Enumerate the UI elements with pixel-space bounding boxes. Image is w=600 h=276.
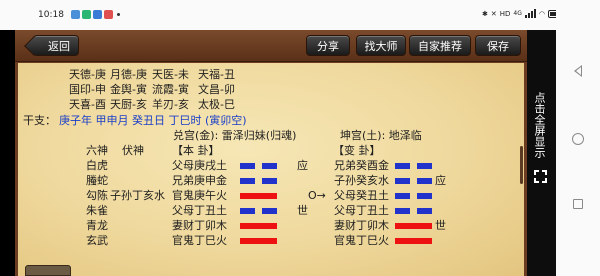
changed-line-text: 兄弟癸酉金 bbox=[334, 159, 389, 172]
changed-line-mark: 应 bbox=[435, 174, 446, 187]
yang-line bbox=[240, 223, 277, 229]
status-bar: 10:18 ✱ ✕ HD 4G ◠ bbox=[0, 0, 600, 30]
notification-icons bbox=[71, 10, 120, 19]
fullscreen-icon[interactable] bbox=[534, 170, 547, 183]
yin-line-left bbox=[240, 163, 255, 169]
yin-line-left bbox=[395, 178, 410, 184]
liushen-cell: 螣蛇 bbox=[86, 174, 108, 187]
header-changed-gua: 【变 卦】 bbox=[333, 144, 381, 157]
back-icon[interactable] bbox=[574, 65, 582, 77]
notification-app-icon bbox=[104, 10, 113, 19]
main-line-text: 官鬼庚午火 bbox=[172, 189, 227, 202]
recommend-button[interactable]: 自家推荐 bbox=[409, 35, 471, 56]
yang-line bbox=[395, 223, 432, 229]
bottom-tab-handle[interactable] bbox=[25, 265, 71, 276]
silent-icon: ✕ bbox=[490, 9, 497, 18]
main-line-text: 妻财丁卯木 bbox=[172, 219, 227, 232]
notification-app-icon bbox=[93, 10, 102, 19]
ganzhi-label: 干支： bbox=[23, 114, 56, 127]
shensha-item: 天医-未 bbox=[152, 68, 189, 81]
fullscreen-label[interactable]: 点击全屏显示 bbox=[533, 92, 546, 158]
yang-line bbox=[395, 238, 432, 244]
shensha-item: 国印-申 bbox=[69, 83, 106, 96]
fushen-cell: 子孙丁亥水 bbox=[110, 189, 165, 202]
main-line-text: 官鬼丁巳火 bbox=[172, 234, 227, 247]
changed-line-text: 子孙癸亥水 bbox=[334, 174, 389, 187]
changed-line-text: 父母癸丑土 bbox=[334, 189, 389, 202]
moving-mark: O→ bbox=[308, 189, 326, 202]
scrollbar-thumb[interactable] bbox=[520, 146, 523, 184]
shensha-item: 太极-巳 bbox=[198, 98, 235, 111]
main-line-text: 父母庚戌土 bbox=[172, 159, 227, 172]
notification-app-icon bbox=[82, 10, 91, 19]
yang-line bbox=[240, 238, 277, 244]
shensha-item: 天喜-酉 bbox=[69, 98, 106, 111]
liushen-cell: 玄武 bbox=[86, 234, 108, 247]
status-right: ✱ ✕ HD 4G ◠ bbox=[482, 9, 564, 18]
find-master-button[interactable]: 找大师 bbox=[356, 35, 406, 56]
more-notifications-dot-icon bbox=[117, 13, 120, 16]
yang-line bbox=[240, 193, 277, 199]
main-line-text: 父母丁丑土 bbox=[172, 204, 227, 217]
home-icon[interactable] bbox=[572, 133, 584, 145]
shensha-item: 月德-庚 bbox=[110, 68, 147, 81]
shensha-item: 流霞-寅 bbox=[152, 83, 189, 96]
ganzhi-value: 庚子年 甲申月 癸丑日 丁巳时 (寅卯空) bbox=[59, 114, 247, 127]
main-line-mark: 应 bbox=[297, 159, 308, 172]
yin-line-left bbox=[395, 193, 410, 199]
app-window: 返回 分享 找大师 自家推荐 保存 天德-庚 月德-庚 天医-未 天福-丑 国印… bbox=[15, 30, 527, 276]
recents-icon[interactable] bbox=[573, 199, 583, 209]
signal-badge: 4G bbox=[513, 10, 522, 17]
yin-line-left bbox=[240, 208, 255, 214]
wifi-icon: ◠ bbox=[538, 9, 545, 18]
main-line-mark: 世 bbox=[297, 204, 308, 217]
bluetooth-icon: ✱ bbox=[482, 9, 488, 18]
main-palace: 兑宫(金): 雷泽归妹(归魂) bbox=[173, 129, 297, 142]
system-navigation-bar bbox=[556, 0, 600, 276]
changed-line-text: 父母丁丑土 bbox=[334, 204, 389, 217]
changed-line-mark: 世 bbox=[435, 219, 446, 232]
fullscreen-panel[interactable]: 点击全屏显示 bbox=[527, 30, 556, 276]
shensha-item: 天厨-亥 bbox=[110, 98, 147, 111]
changed-palace: 坤宫(土): 地泽临 bbox=[340, 129, 422, 142]
shensha-item: 天福-丑 bbox=[198, 68, 235, 81]
yin-line-left bbox=[240, 178, 255, 184]
header-liushen: 六神 bbox=[86, 144, 108, 157]
liushen-cell: 勾陈 bbox=[86, 189, 108, 202]
yin-line-right bbox=[417, 163, 432, 169]
save-button[interactable]: 保存 bbox=[475, 35, 521, 56]
status-time: 10:18 bbox=[38, 10, 64, 20]
toolbar: 返回 分享 找大师 自家推荐 保存 bbox=[15, 30, 527, 62]
signal-icon bbox=[524, 9, 536, 18]
main-line-text: 兄弟庚申金 bbox=[172, 174, 227, 187]
header-main-gua: 【本 卦】 bbox=[172, 144, 220, 157]
yin-line-right bbox=[262, 208, 277, 214]
yin-line-right bbox=[262, 163, 277, 169]
back-button[interactable]: 返回 bbox=[33, 35, 79, 56]
share-button[interactable]: 分享 bbox=[306, 35, 350, 56]
shensha-item: 天德-庚 bbox=[69, 68, 106, 81]
notification-app-icon bbox=[71, 10, 80, 19]
yin-line-right bbox=[417, 208, 432, 214]
liushen-cell: 白虎 bbox=[86, 159, 108, 172]
shensha-item: 羊刃-亥 bbox=[152, 98, 189, 111]
changed-line-text: 妻财丁卯木 bbox=[334, 219, 389, 232]
shensha-item: 金舆-寅 bbox=[110, 83, 147, 96]
shensha-item: 文昌-卯 bbox=[198, 83, 235, 96]
yin-line-left bbox=[395, 163, 410, 169]
network-label: HD bbox=[499, 9, 511, 18]
yin-line-right bbox=[417, 193, 432, 199]
yin-line-right bbox=[262, 178, 277, 184]
liushen-cell: 朱雀 bbox=[86, 204, 108, 217]
divination-result-panel: 天德-庚 月德-庚 天医-未 天福-丑 国印-申 金舆-寅 流霞-寅 文昌-卯 … bbox=[18, 63, 524, 276]
yin-line-left bbox=[395, 208, 410, 214]
header-fushen: 伏神 bbox=[122, 144, 144, 157]
liushen-cell: 青龙 bbox=[86, 219, 108, 232]
changed-line-text: 官鬼丁巳火 bbox=[334, 234, 389, 247]
yin-line-right bbox=[417, 178, 432, 184]
